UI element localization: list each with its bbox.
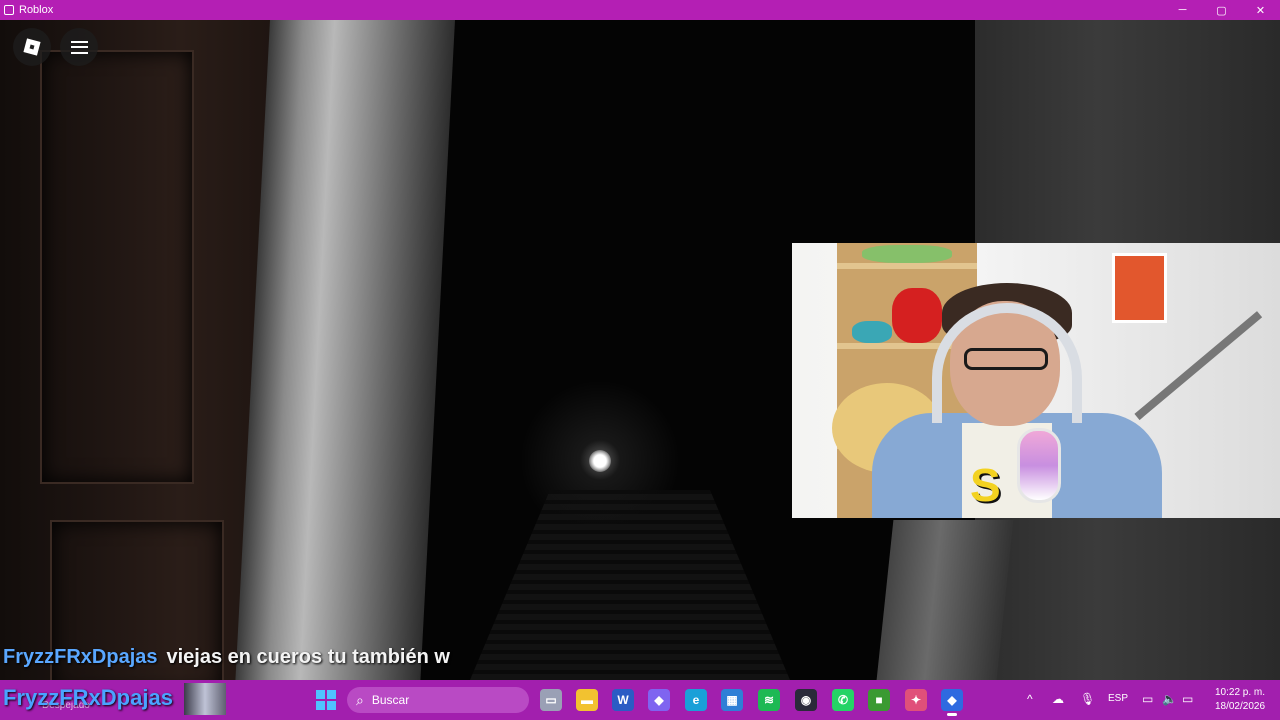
- tray-overflow-chevron-icon[interactable]: ^: [1027, 692, 1033, 706]
- plush-toy: [892, 288, 942, 343]
- task-view-icon[interactable]: ▭: [540, 689, 562, 711]
- file-explorer-icon[interactable]: ▬: [576, 689, 598, 711]
- roblox-icon[interactable]: ◆: [941, 689, 963, 716]
- toy-figure: [852, 321, 892, 343]
- obs-icon[interactable]: ◉: [795, 689, 817, 711]
- right-door-frame: [876, 520, 1014, 680]
- battery-icon[interactable]: ▭: [1182, 692, 1193, 706]
- door-frame-post: [235, 20, 455, 680]
- roblox-app-icon: [4, 5, 14, 15]
- minimize-button[interactable]: ─: [1163, 0, 1202, 20]
- joystick-app-icon[interactable]: ✦: [905, 689, 927, 711]
- mic-arm: [1134, 311, 1263, 421]
- search-icon: ⌕: [356, 691, 364, 708]
- wall-poster: [1112, 253, 1167, 323]
- stream-thumbnail: [184, 683, 226, 715]
- maximize-button[interactable]: ▢: [1202, 0, 1241, 20]
- language-indicator[interactable]: ESP: [1108, 693, 1128, 704]
- window-title: Roblox: [19, 4, 54, 16]
- clock-time: 10:22 p. m.: [1214, 687, 1266, 698]
- distant-light: [589, 450, 611, 472]
- edge-icon[interactable]: e: [685, 689, 707, 711]
- word-icon[interactable]: W: [612, 689, 634, 711]
- glasses: [964, 348, 1048, 370]
- taskbar: Despejado FryzzFRxDpajas ⌕ Buscar ▭ ▬ W ◆ e ▦…: [0, 680, 1280, 720]
- search-placeholder: Buscar: [371, 693, 410, 707]
- webcam-overlay: S: [792, 243, 1280, 518]
- microphone: [1017, 428, 1061, 503]
- onedrive-icon[interactable]: ☁: [1052, 692, 1064, 706]
- roblox-menu-button[interactable]: [13, 28, 51, 66]
- roblox-logo-icon: [23, 38, 41, 56]
- windows-start-icon[interactable]: [316, 690, 336, 710]
- copilot-icon[interactable]: ◆: [648, 689, 670, 711]
- hamburger-menu-icon: [70, 40, 88, 54]
- shirt-graphic: S: [970, 459, 1001, 511]
- taskbar-search[interactable]: ⌕ Buscar: [347, 687, 529, 713]
- window-controls: ─ ▢ ✕: [1163, 0, 1280, 20]
- microsoft-store-icon[interactable]: ▦: [721, 689, 743, 711]
- minecraft-icon[interactable]: ■: [868, 689, 890, 711]
- microphone-icon[interactable]: 🎙: [1080, 692, 1095, 706]
- close-button[interactable]: ✕: [1241, 0, 1280, 20]
- whatsapp-icon[interactable]: ✆: [832, 689, 854, 711]
- clock-date: 18/02/2026: [1214, 701, 1266, 712]
- chat-message: FryzzFRxDpajas viejas en cueros tu tambi…: [3, 643, 450, 671]
- chat-text: viejas en cueros tu también w: [166, 645, 450, 668]
- system-clock[interactable]: 10:22 p. m. 18/02/2026: [1205, 686, 1275, 714]
- toy-row: [862, 245, 952, 263]
- network-icon[interactable]: ▭: [1142, 692, 1153, 706]
- stream-name-overlay: FryzzFRxDpajas: [3, 685, 173, 710]
- spotify-icon[interactable]: ≋: [758, 689, 780, 711]
- hamburger-menu-button[interactable]: [60, 28, 98, 66]
- volume-icon[interactable]: 🔈: [1162, 692, 1177, 706]
- chat-username: FryzzFRxDpajas: [3, 645, 158, 668]
- corridor-floor: [470, 490, 790, 680]
- door-panel-upper: [40, 50, 194, 484]
- window-titlebar: Roblox ─ ▢ ✕: [0, 0, 1280, 20]
